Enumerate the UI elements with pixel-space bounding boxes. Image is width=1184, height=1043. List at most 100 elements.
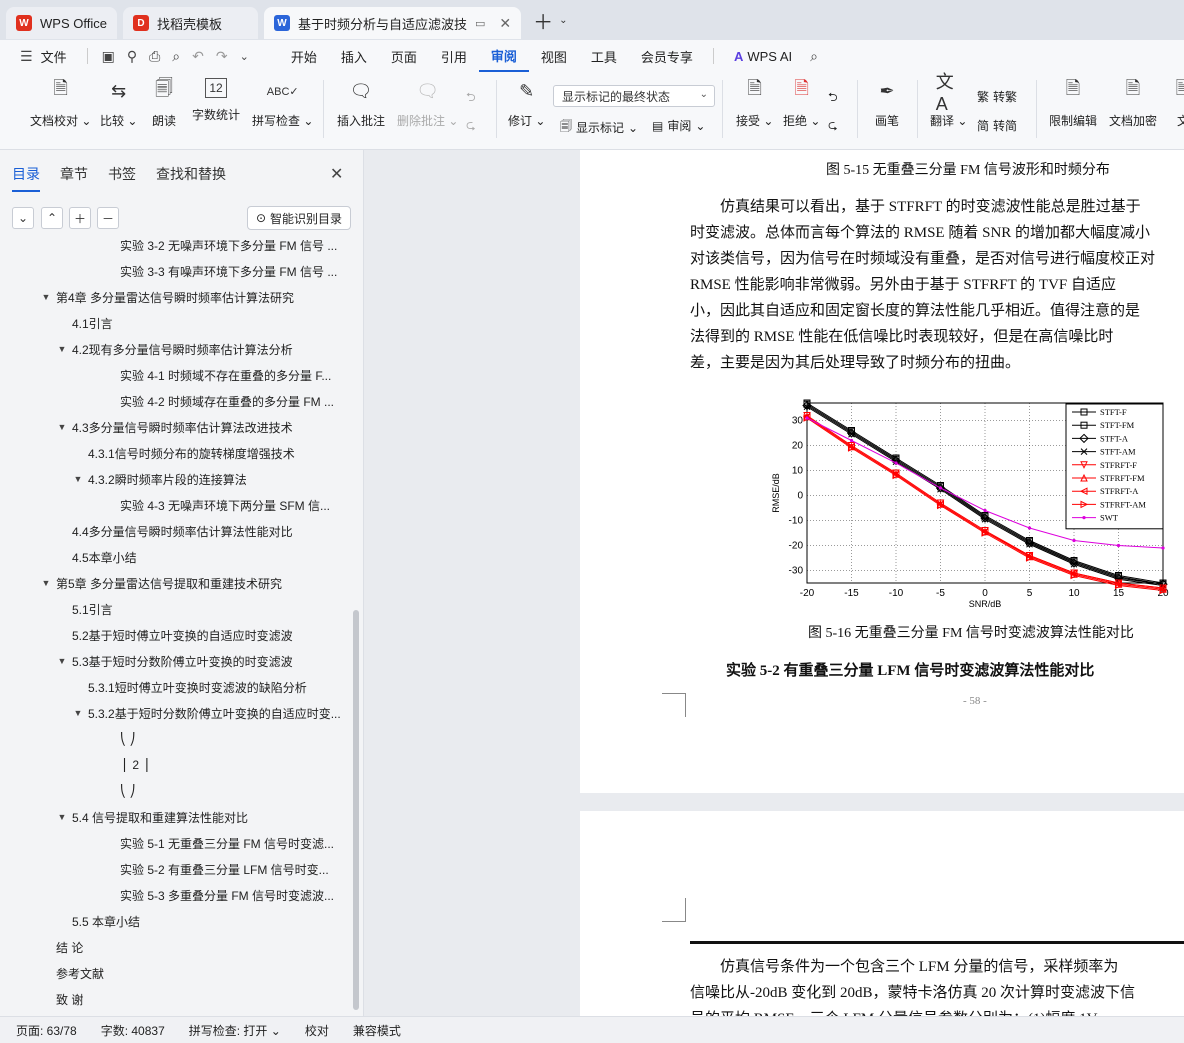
toc-item[interactable]: ▼ 4.3.2瞬时频率片段的连接算法 — [72, 466, 247, 492]
hamburger-icon[interactable]: ☰ — [14, 48, 39, 65]
delete-comment-button[interactable]: 🗨 删除批注 ⌄ — [397, 78, 458, 129]
word-count-button[interactable]: 12 字数统计 — [192, 78, 240, 123]
review-pane-button[interactable]: ▤ 审阅 ⌄ — [652, 117, 705, 134]
undo-icon[interactable]: ↶ — [186, 48, 210, 65]
collapse-icon[interactable]: ⌄ — [12, 207, 34, 229]
expand-arrow-icon[interactable]: ▼ — [56, 656, 68, 666]
expand-arrow-icon[interactable]: ▼ — [72, 708, 84, 718]
expand-arrow-icon[interactable]: ▼ — [72, 474, 84, 484]
print-icon[interactable]: ⎙ — [143, 48, 166, 65]
spell-check-button[interactable]: ABC✓ 拼写检查 ⌄ — [252, 78, 313, 129]
markup-state-select[interactable]: 显示标记的最终状态 ⌄ — [553, 85, 715, 107]
menu-review[interactable]: 审阅 — [478, 40, 529, 72]
toc-item[interactable]: 4.4多分量信号瞬时频率估计算法性能对比 — [56, 518, 293, 544]
prev-change-icon[interactable]: ⮌ — [828, 88, 838, 109]
toc-item[interactable]: 结 论 — [40, 934, 83, 960]
doc-check-button[interactable]: 🗎 文档校对 ⌄ — [30, 78, 91, 129]
document-area[interactable]: 图 5-15 无重叠三分量 FM 信号波形和时频分布 仿真结果可以看出，基于 S… — [365, 150, 1184, 1016]
toc-item[interactable]: 4.1引言 — [56, 310, 113, 336]
show-markup-button[interactable]: 🗐 显示标记 ⌄ — [560, 117, 638, 138]
proofread-indicator[interactable]: 校对 — [305, 1022, 341, 1039]
wps-ai-button[interactable]: A WPS AI — [722, 40, 804, 72]
toc-item[interactable]: ⎪ 2 ⎪ — [104, 752, 151, 778]
scroll-thumb[interactable] — [353, 610, 359, 1010]
chevron-down-icon[interactable]: ⌄ — [234, 50, 255, 63]
toc-item[interactable]: 实验 5-1 无重叠三分量 FM 信号时变滤... — [104, 830, 334, 856]
save-icon[interactable]: ▣ — [96, 48, 121, 65]
toc-item[interactable]: ▼ 第4章 多分量雷达信号瞬时频率估计算法研究 — [40, 284, 294, 310]
toc-item[interactable]: 实验 4-3 无噪声环境下两分量 SFM 信... — [104, 492, 330, 518]
tab-bookmarks[interactable]: 书签 — [108, 164, 136, 192]
read-aloud-button[interactable]: 🗐 朗读 — [151, 78, 177, 129]
expand-arrow-icon[interactable]: ▼ — [40, 292, 52, 302]
menu-membership[interactable]: 会员专享 — [629, 40, 705, 72]
menu-view[interactable]: 视图 — [529, 40, 579, 72]
toc-item[interactable]: 实验 5-2 有重叠三分量 LFM 信号时变... — [104, 856, 329, 882]
toc-item[interactable]: ▼ 第5章 多分量雷达信号提取和重建技术研究 — [40, 570, 282, 596]
toc-item[interactable]: 实验 3-3 有噪声环境下多分量 FM 信号 ... — [104, 258, 337, 284]
chevron-down-icon[interactable]: ⌄ — [559, 15, 567, 26]
remove-icon[interactable]: － — [97, 207, 119, 229]
menu-page[interactable]: 页面 — [379, 40, 429, 72]
toc-item[interactable]: ▼ 4.2现有多分量信号瞬时频率估计算法分析 — [56, 336, 293, 362]
menu-tools[interactable]: 工具 — [579, 40, 629, 72]
add-icon[interactable]: ＋ — [69, 207, 91, 229]
toc-item[interactable]: ▼ 5.4 信号提取和重建算法性能对比 — [56, 804, 249, 830]
smart-toc-button[interactable]: ⊙ 智能识别目录 — [247, 206, 351, 230]
tab-document[interactable]: W 基于时频分析与自适应滤波技 ▭ ✕ — [263, 7, 522, 39]
tab-chapters[interactable]: 章节 — [60, 164, 88, 192]
next-comment-icon[interactable]: ⮎ — [466, 116, 476, 137]
toc-item[interactable]: 实验 4-2 时频域存在重叠的多分量 FM ... — [104, 388, 334, 414]
toc-item[interactable]: ▼ 5.3基于短时分数阶傅立叶变换的时变滤波 — [56, 648, 293, 674]
toc-scrollbar[interactable] — [352, 240, 360, 1016]
menu-insert[interactable]: 插入 — [329, 40, 379, 72]
toc-item[interactable]: 5.1引言 — [56, 596, 113, 622]
word-count-indicator[interactable]: 字数: 40837 — [101, 1022, 177, 1039]
expand-arrow-icon[interactable]: ▼ — [40, 578, 52, 588]
print-preview-icon[interactable]: ⌕ — [166, 48, 186, 65]
toc-item[interactable]: 参考文献 — [40, 960, 104, 986]
pen-button[interactable]: ✒ 画笔 — [874, 78, 900, 129]
toc-item[interactable]: ▼ 4.3多分量信号瞬时频率估计算法改进技术 — [56, 414, 293, 440]
reject-button[interactable]: 🗎 拒绝 ⌄ — [783, 78, 820, 129]
menu-home[interactable]: 开始 — [279, 40, 329, 72]
toc-item[interactable]: 5.3.1短时傅立叶变换时变滤波的缺陷分析 — [72, 674, 307, 700]
toc-item[interactable]: 实验 4-1 时频域不存在重叠的多分量 F... — [104, 362, 331, 388]
new-tab-icon[interactable]: ＋ — [533, 6, 553, 35]
close-tab-icon[interactable]: ✕ — [499, 15, 511, 32]
expand-arrow-icon[interactable]: ▼ — [56, 344, 68, 354]
tab-wps-office[interactable]: W WPS Office — [6, 7, 117, 39]
redo-icon[interactable]: ↷ — [210, 48, 234, 65]
toc-item[interactable]: 实验 5-3 多重叠分量 FM 信号时变滤波... — [104, 882, 334, 908]
expand-up-icon[interactable]: ⌃ — [41, 207, 63, 229]
translate-button[interactable]: 文A 翻译 ⌄ — [930, 72, 967, 129]
toc-item[interactable]: ⎝ ⎠ — [104, 778, 135, 804]
next-change-icon[interactable]: ⮎ — [828, 116, 838, 137]
menu-reference[interactable]: 引用 — [429, 40, 479, 72]
tab-toc[interactable]: 目录 — [12, 164, 40, 192]
revise-button[interactable]: ✎ 修订 ⌄ — [508, 78, 545, 129]
tab-find-replace[interactable]: 查找和替换 — [156, 164, 226, 192]
more-button[interactable]: 🗎 文 — [1170, 78, 1184, 129]
to-simplified-button[interactable]: 简 转简 — [977, 117, 1017, 134]
toc-item[interactable]: 5.2基于短时傅立叶变换的自适应时变滤波 — [56, 622, 293, 648]
page-indicator[interactable]: 页面: 63/78 — [16, 1022, 89, 1039]
toc-item[interactable]: ▼ 5.3.2基于短时分数阶傅立叶变换的自适应时变... — [72, 700, 341, 726]
accept-button[interactable]: 🗎 接受 ⌄ — [736, 78, 773, 129]
link-icon[interactable]: ⚲ — [121, 48, 143, 65]
toc-item[interactable]: 致 谢 — [40, 986, 83, 1012]
toc-item[interactable]: 4.5本章小结 — [56, 544, 137, 570]
menu-file[interactable]: 文件 — [39, 40, 79, 72]
search-icon[interactable]: ⌕ — [804, 48, 824, 65]
close-pane-icon[interactable]: ✕ — [330, 164, 343, 184]
expand-arrow-icon[interactable]: ▼ — [56, 812, 68, 822]
spell-check-indicator[interactable]: 拼写检查: 打开 ⌄ — [189, 1022, 293, 1039]
tab-docer[interactable]: D 找稻壳模板 — [122, 7, 258, 39]
toc-item[interactable]: 5.5 本章小结 — [56, 908, 140, 934]
insert-comment-button[interactable]: 🗨 插入批注 — [337, 78, 385, 129]
expand-arrow-icon[interactable]: ▼ — [56, 422, 68, 432]
toc-item[interactable]: 实验 3-2 无噪声环境下多分量 FM 信号 ... — [104, 240, 337, 258]
restrict-edit-button[interactable]: 🗎 限制编辑 — [1049, 78, 1097, 129]
encrypt-button[interactable]: 🗎 文档加密 — [1109, 78, 1157, 129]
toc-item[interactable]: ⎝ ⎠ — [104, 726, 135, 752]
